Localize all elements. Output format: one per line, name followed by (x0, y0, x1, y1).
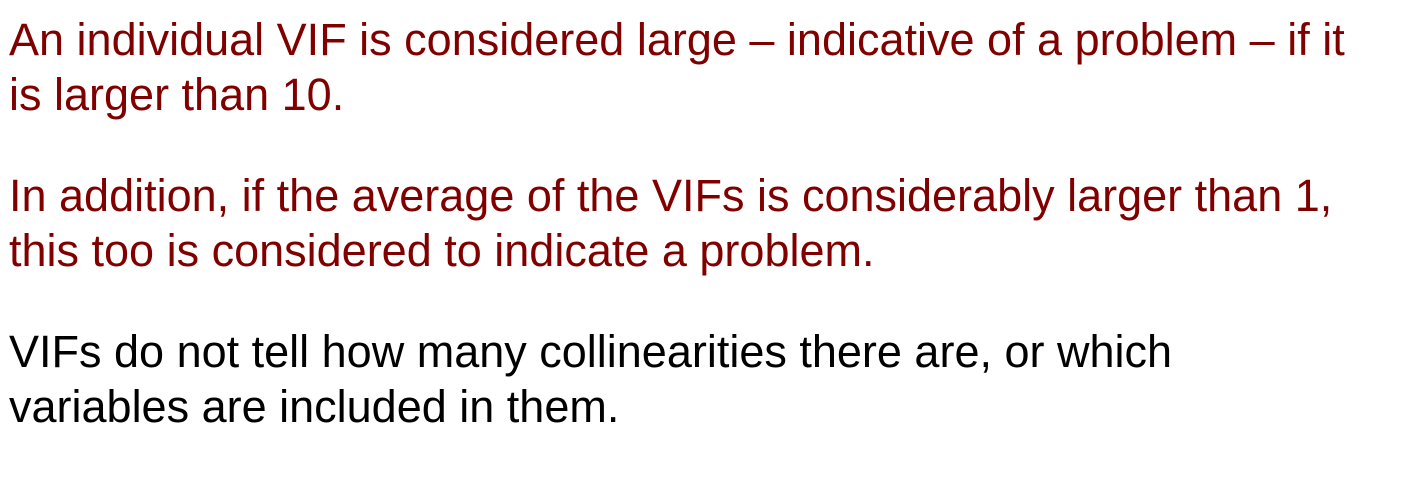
paragraph-line: variables are included in them. (9, 381, 620, 432)
paragraph-line: VIFs do not tell how many collinearities… (9, 326, 1173, 377)
paragraph-average-vif: In addition, if the average of the VIFs … (9, 168, 1401, 278)
paragraph-vif-limitations: VIFs do not tell how many collinearities… (9, 324, 1401, 434)
slide-content: An individual VIF is considered large – … (9, 12, 1401, 434)
paragraph-line: In addition, if the average of the VIFs … (9, 170, 1333, 221)
paragraph-line: An individual VIF is considered large – … (9, 14, 1345, 65)
paragraph-vif-threshold: An individual VIF is considered large – … (9, 12, 1401, 122)
paragraph-line: is larger than 10. (9, 69, 345, 120)
paragraph-line: this too is considered to indicate a pro… (9, 225, 875, 276)
